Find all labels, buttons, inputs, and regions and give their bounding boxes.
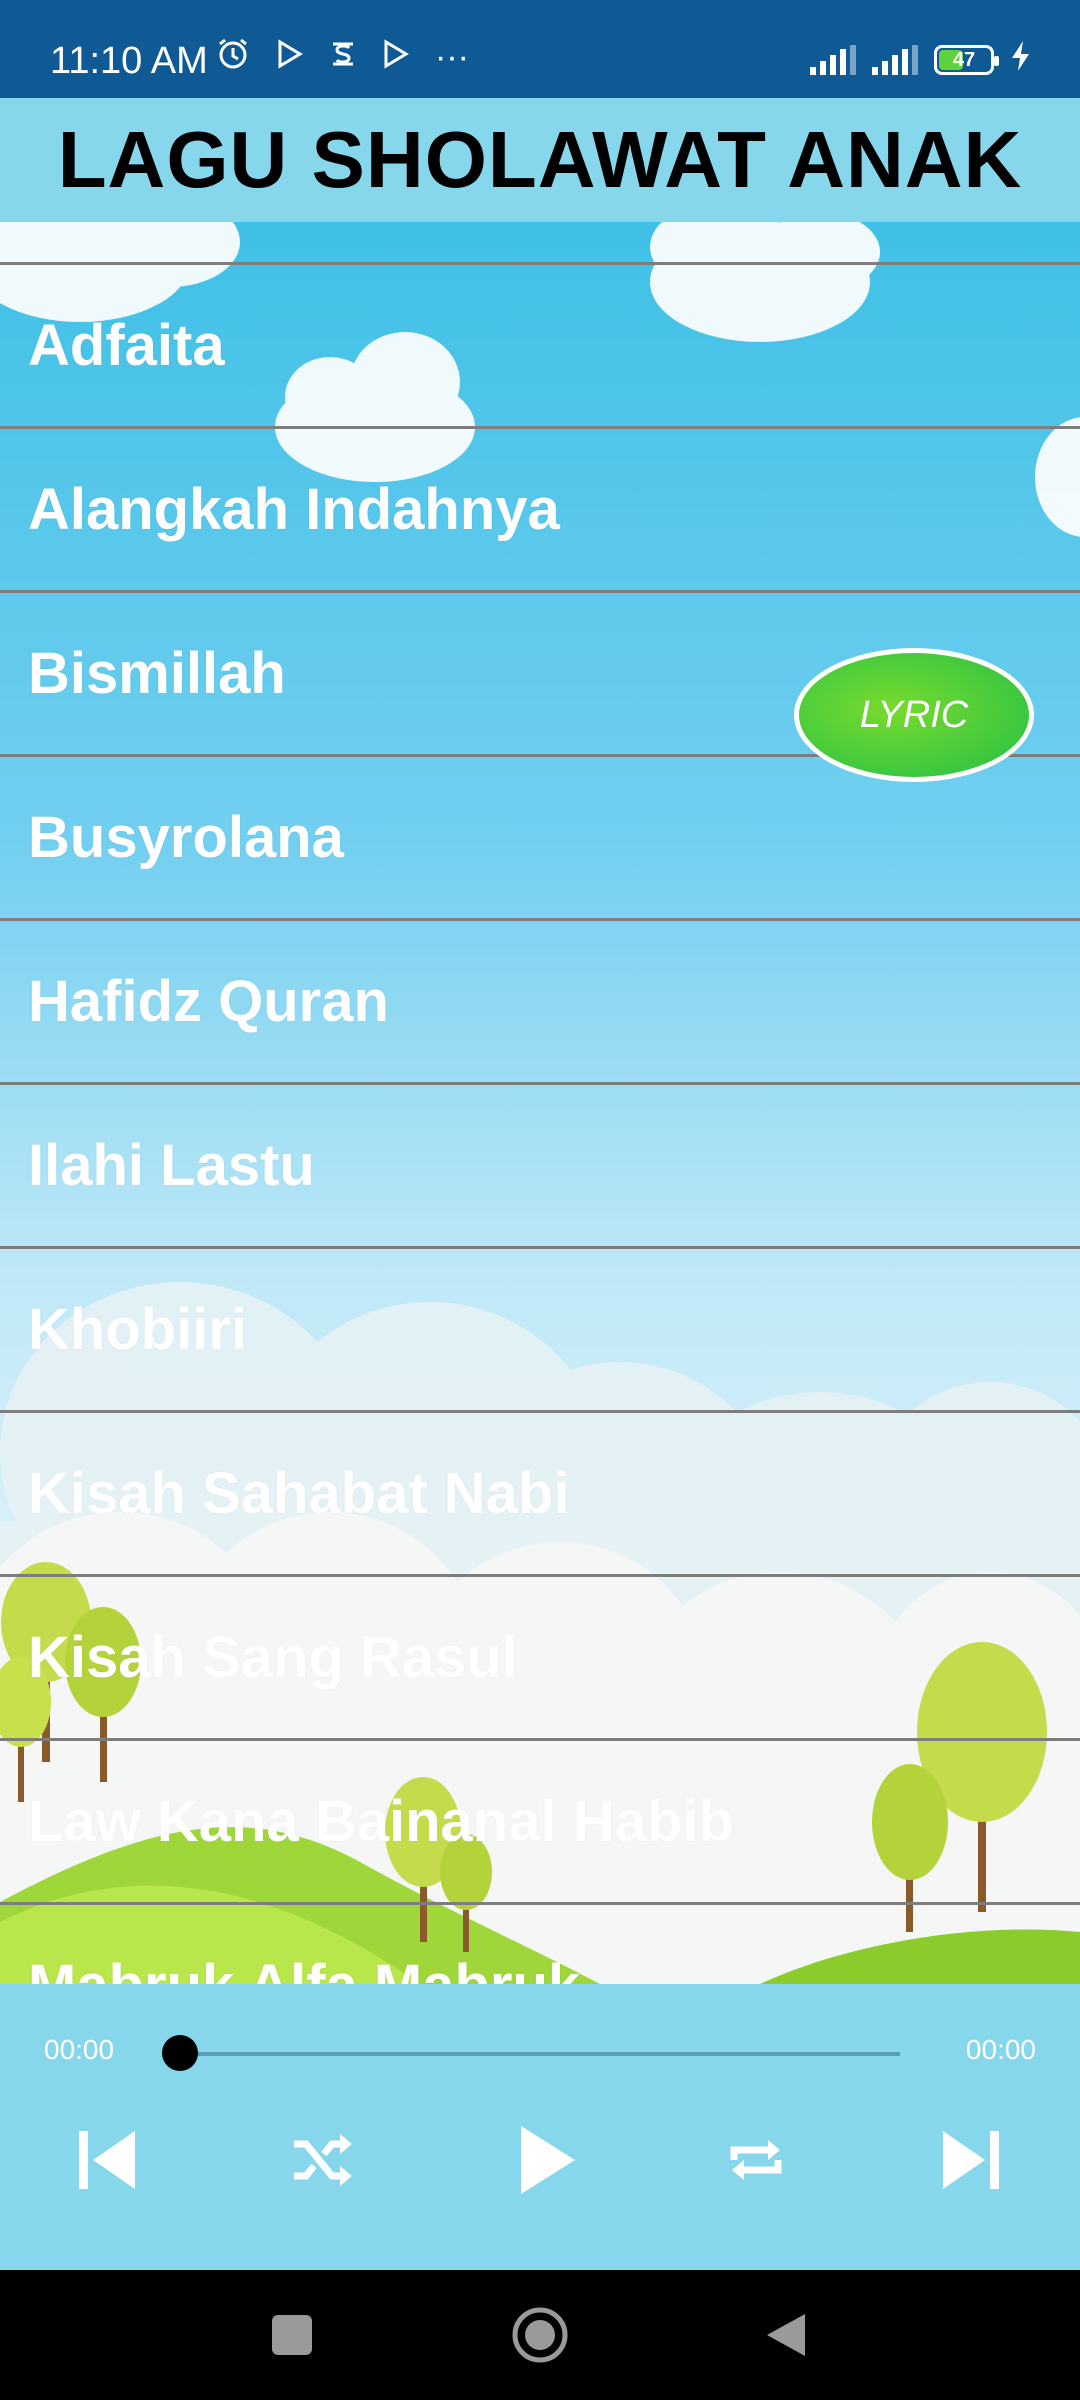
song-title: Ilahi Lastu <box>28 1133 315 1198</box>
status-system-icons: 47 <box>810 40 1032 80</box>
song-title: Adfaita <box>28 313 225 378</box>
skip-previous-icon <box>79 2131 135 2189</box>
song-item[interactable]: Mabruk Alfa Mabruk <box>0 1902 1080 1984</box>
status-notification-icons: ··· <box>215 36 469 78</box>
song-title: Mabruk Alfa Mabruk <box>28 1952 580 1984</box>
lyric-button-label: LYRIC <box>859 693 969 736</box>
signal-icon <box>810 45 856 75</box>
system-navigation-bar <box>0 2270 1080 2400</box>
skip-next-button[interactable] <box>922 2110 1022 2210</box>
battery-level: 47 <box>952 48 976 71</box>
skip-previous-button[interactable] <box>56 2110 156 2210</box>
song-title: Hafidz Quran <box>28 969 389 1034</box>
song-title: Law Kana Bainanal Habib <box>28 1789 734 1854</box>
music-player: 00:00 00:00 <box>0 1984 1080 2270</box>
recent-apps-icon <box>272 2315 312 2355</box>
song-title: Kisah Sahabat Nabi <box>28 1461 570 1526</box>
repeat-button[interactable] <box>706 2110 806 2210</box>
more-icon: ··· <box>435 38 469 76</box>
seek-bar[interactable] <box>180 2052 900 2056</box>
song-item[interactable]: Kisah Sahabat Nabi <box>0 1410 1080 1574</box>
play-button[interactable] <box>494 2110 594 2210</box>
shuffle-icon <box>294 2134 352 2186</box>
play-icon <box>521 2126 575 2194</box>
seek-thumb[interactable] <box>162 2035 198 2071</box>
status-time: 11:10 AM <box>50 40 208 82</box>
song-title: Alangkah Indahnya <box>28 477 560 542</box>
notification-icon <box>329 38 357 76</box>
skip-next-icon <box>943 2131 999 2189</box>
app-header: LAGU SHOLAWAT ANAK <box>0 98 1080 222</box>
battery-icon: 47 <box>934 45 999 75</box>
song-item[interactable]: Kisah Sang Rasul <box>0 1574 1080 1738</box>
song-title: Busyrolana <box>28 805 344 870</box>
signal-icon <box>872 45 918 75</box>
back-icon <box>767 2314 805 2356</box>
total-time: 00:00 <box>965 2034 1036 2065</box>
lyric-button[interactable]: LYRIC <box>794 648 1034 782</box>
song-item[interactable]: Khobiiri <box>0 1246 1080 1410</box>
song-item[interactable]: Ilahi Lastu <box>0 1082 1080 1246</box>
song-item[interactable]: Alangkah Indahnya <box>0 426 1080 590</box>
page-title: LAGU SHOLAWAT ANAK <box>57 115 1023 204</box>
alarm-icon <box>215 36 251 78</box>
song-item[interactable]: Hafidz Quran <box>0 918 1080 1082</box>
song-item[interactable]: Law Kana Bainanal Habib <box>0 1738 1080 1902</box>
repeat-icon <box>730 2140 782 2180</box>
status-bar: 11:10 AM ··· 47 <box>0 0 1080 98</box>
song-item[interactable]: Adfaita <box>0 262 1080 426</box>
shuffle-button[interactable] <box>272 2110 372 2210</box>
play-store-icon <box>383 39 409 75</box>
home-icon <box>512 2307 568 2363</box>
charging-icon <box>1010 40 1032 80</box>
recent-apps-button[interactable] <box>252 2295 332 2375</box>
song-title: Bismillah <box>28 641 286 706</box>
home-button[interactable] <box>500 2295 580 2375</box>
playback-controls <box>0 2110 1080 2210</box>
back-button[interactable] <box>746 2295 826 2375</box>
song-title: Khobiiri <box>28 1297 248 1362</box>
play-store-icon <box>277 39 303 75</box>
song-list: Adfaita Alangkah Indahnya Bismillah Busy… <box>0 262 1080 1984</box>
song-list-area[interactable]: Adfaita Alangkah Indahnya Bismillah Busy… <box>0 222 1080 1984</box>
song-title: Kisah Sang Rasul <box>28 1625 518 1690</box>
current-time: 00:00 <box>44 2034 115 2065</box>
